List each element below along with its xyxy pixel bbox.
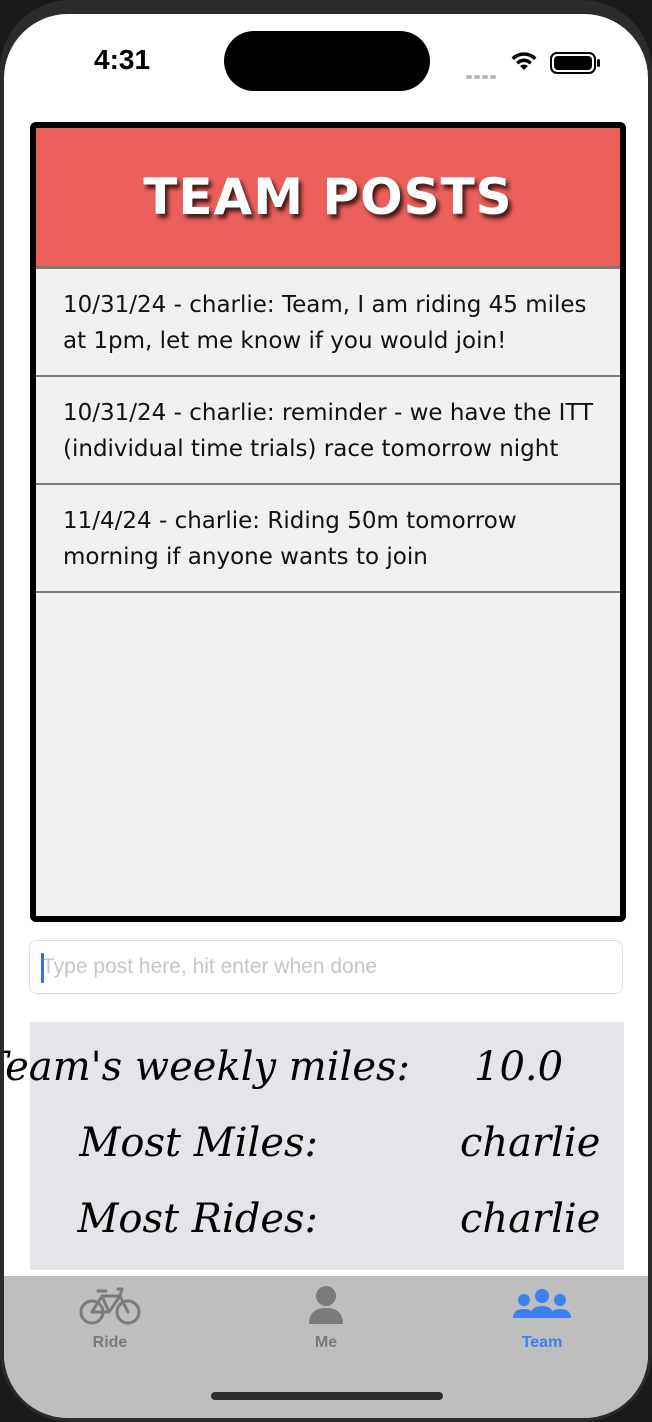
wifi-icon bbox=[511, 52, 537, 70]
status-icons bbox=[466, 50, 606, 79]
post-item: 10/31/24 - charlie: reminder - we have t… bbox=[36, 377, 620, 485]
battery-icon bbox=[550, 52, 600, 74]
tab-ride-label: Ride bbox=[92, 1334, 128, 1351]
dynamic-island bbox=[224, 31, 430, 91]
posts-title: TEAM POSTS bbox=[143, 168, 513, 226]
tab-team[interactable]: Team bbox=[482, 1284, 602, 1364]
team-posts-panel[interactable]: TEAM POSTS 10/31/24 - charlie: Team, I a… bbox=[30, 122, 626, 922]
bicycle-icon bbox=[79, 1287, 141, 1325]
most-rides-row: Most Rides: charlie bbox=[30, 1196, 624, 1256]
most-miles-row: Most Miles: charlie bbox=[30, 1120, 624, 1180]
team-stats-panel: Team's weekly miles: 10.0 Most Miles: ch… bbox=[4, 1022, 624, 1270]
person-icon bbox=[309, 1286, 343, 1324]
most-miles-label: Most Miles: bbox=[79, 1120, 318, 1166]
tab-ride[interactable]: Ride bbox=[50, 1284, 170, 1364]
post-input[interactable] bbox=[29, 940, 623, 994]
post-item: 11/4/24 - charlie: Riding 50m tomorrow m… bbox=[36, 485, 620, 593]
home-indicator[interactable] bbox=[211, 1392, 443, 1400]
text-cursor bbox=[41, 953, 44, 983]
weekly-miles-value: 10.0 bbox=[474, 1044, 564, 1090]
tab-me-label: Me bbox=[314, 1334, 338, 1351]
weekly-miles-row: Team's weekly miles: 10.0 bbox=[4, 1044, 624, 1104]
tab-team-label: Team bbox=[521, 1334, 563, 1351]
tab-me[interactable]: Me bbox=[266, 1284, 386, 1364]
most-rides-label: Most Rides: bbox=[77, 1196, 318, 1242]
app-screen: 4:31 TEAM POSTS 10/31/24 - charlie: Team… bbox=[4, 14, 648, 1418]
cellular-signal-icon bbox=[466, 64, 498, 83]
status-time: 4:31 bbox=[94, 44, 151, 75]
most-miles-value: charlie bbox=[460, 1120, 601, 1166]
posts-header: TEAM POSTS bbox=[36, 128, 620, 269]
weekly-miles-label: Team's weekly miles: bbox=[4, 1044, 410, 1090]
post-item: 10/31/24 - charlie: Team, I am riding 45… bbox=[36, 269, 620, 377]
most-rides-value: charlie bbox=[460, 1196, 601, 1242]
device-frame: 4:31 TEAM POSTS 10/31/24 - charlie: Team… bbox=[0, 0, 652, 1422]
people-icon bbox=[513, 1289, 571, 1318]
